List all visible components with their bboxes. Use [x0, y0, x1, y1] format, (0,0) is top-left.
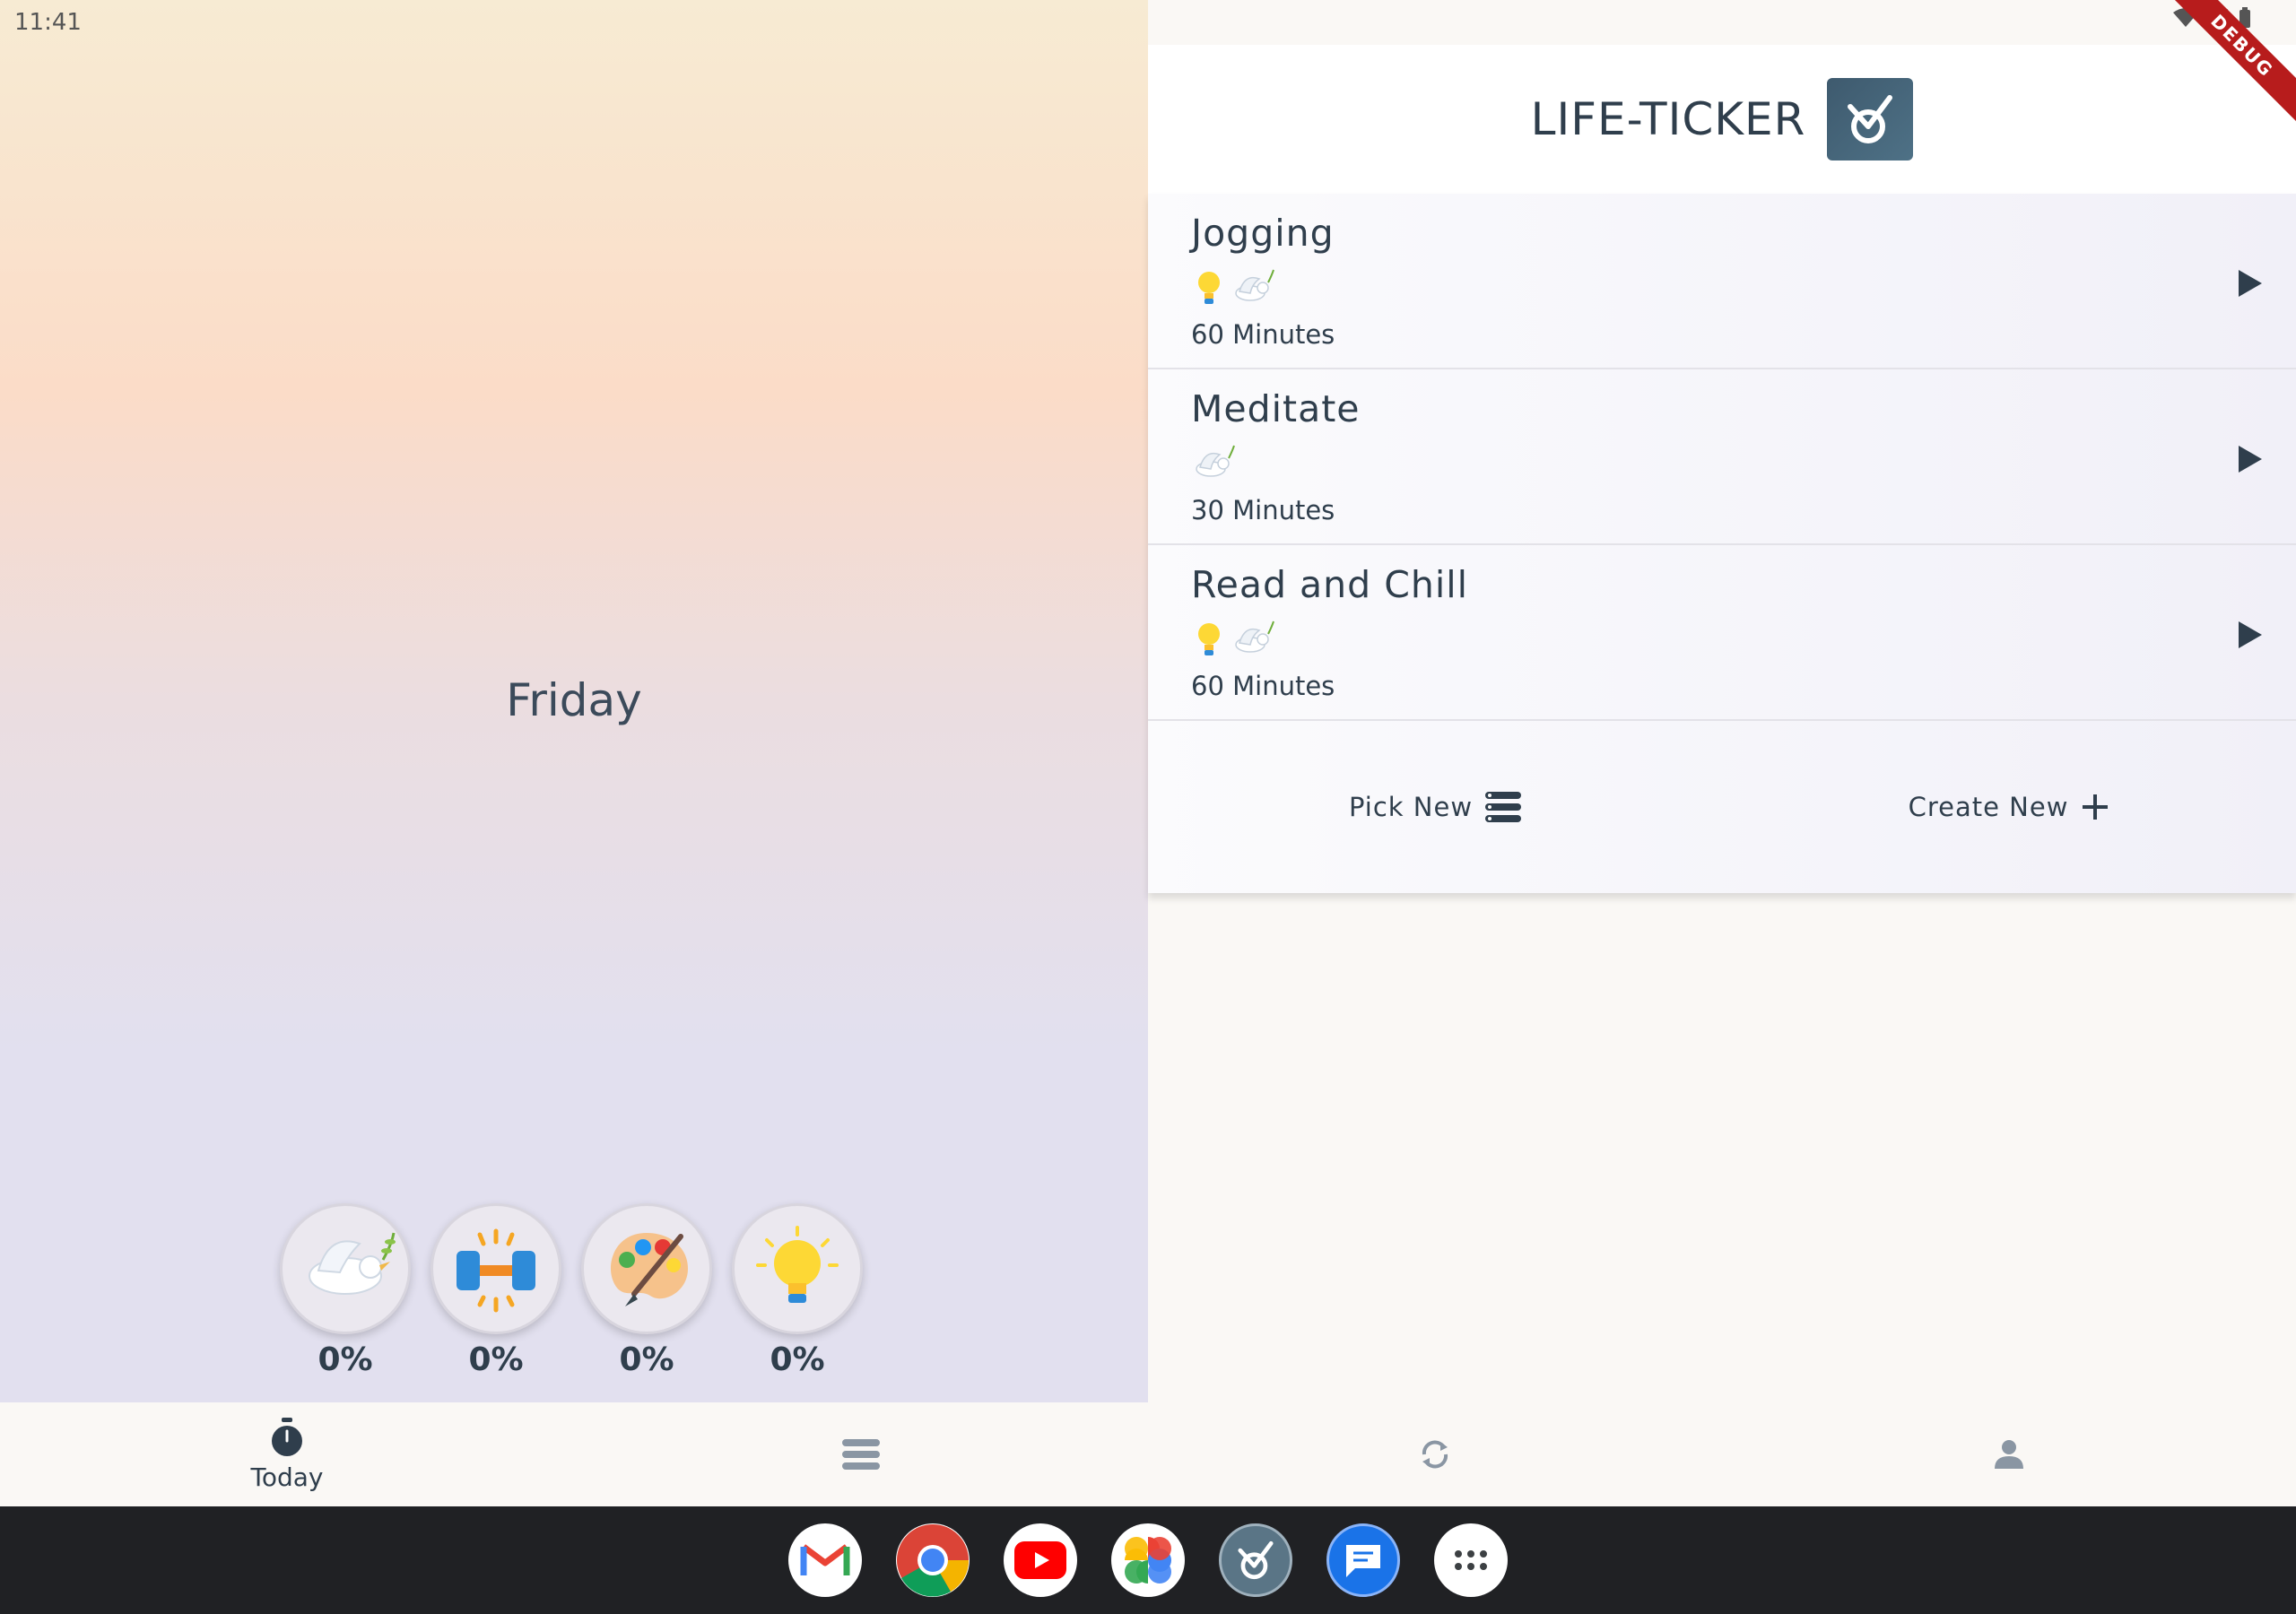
today-pane: Friday 0% 0% 0% 0% [0, 0, 1148, 1402]
routine-duration: 60 Minutes [1191, 671, 1335, 701]
routine-categories [1191, 443, 2296, 486]
dumbbell-icon [457, 1228, 535, 1313]
app-drawer-icon[interactable] [1434, 1523, 1508, 1597]
chrome-icon[interactable] [896, 1523, 970, 1597]
lightbulb-icon [756, 1226, 839, 1303]
app-title: LIFE-TICKER [1530, 93, 1806, 145]
youtube-icon[interactable] [1004, 1523, 1077, 1597]
stat-value: 0% [770, 1341, 825, 1378]
day-label: Friday [506, 674, 642, 726]
photos-icon[interactable] [1111, 1523, 1185, 1597]
routines-pane: LIFE-TICKER Jogging 60 Minutes Meditate [1148, 0, 2296, 1402]
pick-new-label: Pick New [1348, 792, 1474, 822]
sync-icon [1422, 1440, 1448, 1469]
nav-profile[interactable] [1722, 1402, 2296, 1506]
stat-value: 0% [468, 1341, 524, 1378]
stat-value: 0% [619, 1341, 674, 1378]
life-ticker-logo-icon [1827, 78, 1914, 161]
routine-actions: Pick New Create New [1148, 721, 2296, 893]
routine-duration: 60 Minutes [1191, 319, 1335, 350]
routine-categories [1191, 619, 2296, 662]
nav-today-label: Today [250, 1462, 324, 1492]
create-new-button[interactable]: Create New [1722, 721, 2296, 893]
play-icon[interactable] [2231, 617, 2267, 653]
routine-list: Jogging 60 Minutes Meditate 30 Minutes R… [1148, 194, 2296, 893]
dove-icon [309, 1232, 396, 1295]
palette-icon [610, 1233, 688, 1306]
messages-icon[interactable] [1326, 1523, 1400, 1597]
gmail-icon[interactable] [788, 1523, 862, 1597]
stat-creativity[interactable]: 0% [581, 1203, 712, 1378]
routine-categories [1191, 267, 2296, 310]
dove-icon [1235, 269, 1274, 301]
person-icon [1995, 1440, 2023, 1469]
life-ticker-icon[interactable] [1219, 1523, 1292, 1597]
dove-icon [1235, 620, 1274, 653]
list-icon [842, 1439, 880, 1470]
app-header: LIFE-TICKER [1148, 45, 2296, 194]
routine-item[interactable]: Meditate 30 Minutes [1148, 369, 2296, 545]
lightbulb-icon [1198, 272, 1220, 304]
stat-fitness[interactable]: 0% [430, 1203, 561, 1378]
stat-ideas[interactable]: 0% [732, 1203, 863, 1378]
routine-duration: 30 Minutes [1191, 495, 1335, 525]
category-stats: 0% 0% 0% 0% [280, 1203, 863, 1378]
lightbulb-icon [1198, 623, 1220, 655]
dove-icon [1196, 445, 1235, 477]
nav-today[interactable]: Today [0, 1402, 574, 1506]
system-taskbar [0, 1506, 2296, 1614]
routine-name: Jogging [1191, 212, 1335, 255]
stopwatch-icon [272, 1417, 302, 1456]
plus-icon [2083, 794, 2109, 820]
stat-peace[interactable]: 0% [280, 1203, 411, 1378]
routine-item[interactable]: Jogging 60 Minutes [1148, 194, 2296, 369]
list-icon [1485, 792, 1522, 822]
nav-sync[interactable] [1148, 1402, 1722, 1506]
status-time: 11:41 [14, 9, 82, 36]
play-icon[interactable] [2231, 441, 2267, 477]
pick-new-button[interactable]: Pick New [1148, 721, 1722, 893]
routine-name: Meditate [1191, 387, 1361, 430]
create-new-label: Create New [1908, 792, 2069, 822]
play-icon[interactable] [2231, 265, 2267, 301]
bottom-navigation: Today [0, 1402, 2296, 1506]
nav-routines[interactable] [574, 1402, 1148, 1506]
routine-item[interactable]: Read and Chill 60 Minutes [1148, 545, 2296, 721]
routine-name: Read and Chill [1191, 563, 1469, 606]
stat-value: 0% [317, 1341, 373, 1378]
